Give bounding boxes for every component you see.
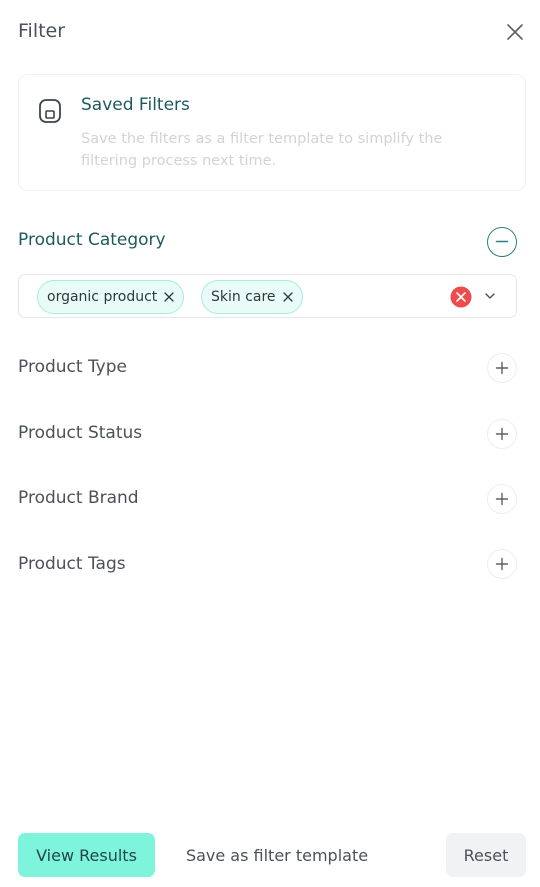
saved-filters-description: Save the filters as a filter template to… [81, 131, 443, 169]
collapse-section-button[interactable] [487, 227, 517, 257]
expand-product-brand-button[interactable] [487, 484, 517, 514]
save-floppy-icon [37, 97, 63, 125]
panel-title: Filter [18, 20, 66, 42]
section-label-product-status[interactable]: Product Status [18, 423, 142, 443]
save-filter-template-button[interactable]: Save as filter template [170, 833, 384, 877]
plus-icon [495, 361, 509, 375]
category-chip: Skin care [201, 280, 303, 314]
view-results-button[interactable]: View Results [18, 833, 155, 877]
remove-chip-icon[interactable] [282, 291, 294, 303]
saved-filters-card[interactable]: Saved Filters Save the filters as a filt… [18, 74, 526, 191]
plus-icon [495, 492, 509, 506]
close-icon[interactable] [503, 20, 527, 44]
section-label-product-brand[interactable]: Product Brand [18, 488, 139, 508]
remove-chip-icon[interactable] [163, 291, 175, 303]
section-label-product-type[interactable]: Product Type [18, 357, 127, 377]
chevron-down-icon[interactable] [482, 288, 498, 304]
section-label-product-tags[interactable]: Product Tags [18, 554, 126, 574]
category-chip: organic product [37, 280, 185, 314]
minus-icon [495, 240, 509, 243]
plus-icon [495, 557, 509, 571]
expand-product-status-button[interactable] [487, 419, 517, 449]
category-multiselect[interactable]: organic product Skin care [18, 274, 517, 318]
expand-product-type-button[interactable] [487, 353, 517, 383]
clear-all-icon[interactable] [450, 286, 472, 308]
plus-icon [495, 427, 509, 441]
chip-label: organic product [47, 289, 158, 305]
reset-button[interactable]: Reset [446, 833, 526, 877]
expand-product-tags-button[interactable] [487, 549, 517, 579]
chip-label: Skin care [211, 289, 276, 305]
saved-filters-title: Saved Filters [81, 95, 190, 115]
section-label-product-category[interactable]: Product Category [18, 230, 166, 250]
